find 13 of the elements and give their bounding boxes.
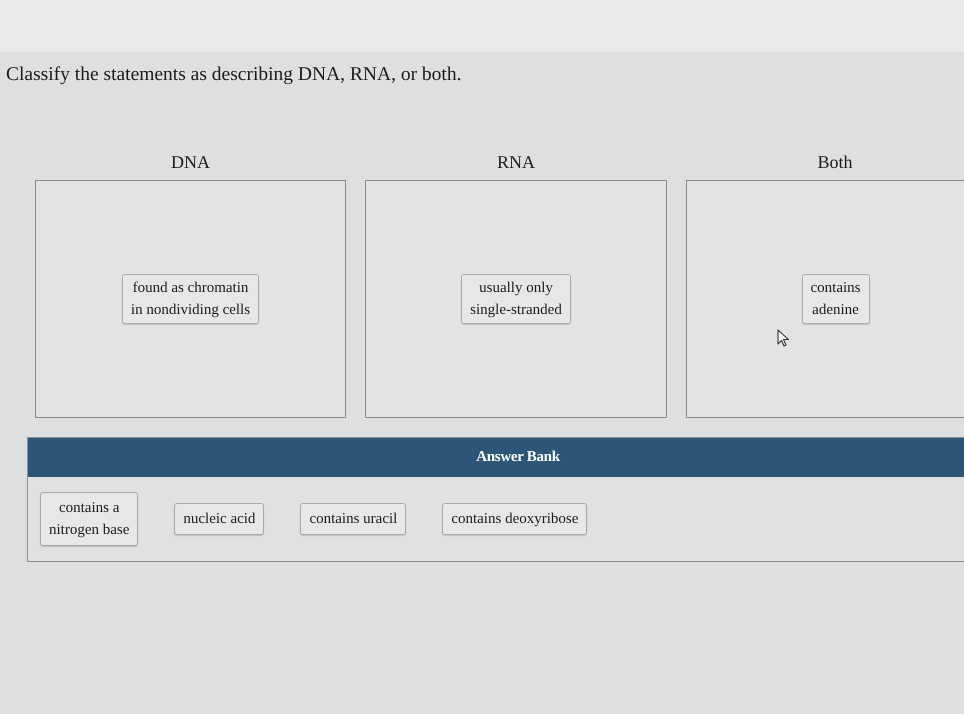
answer-tile[interactable]: nucleic acid: [174, 503, 264, 535]
arrow-cursor-icon: [777, 329, 790, 347]
answer-tile[interactable]: contains uracil: [300, 503, 406, 535]
answer-bank-title: Answer Bank: [476, 448, 560, 468]
category-heading: Both: [817, 151, 852, 173]
category-heading: RNA: [496, 151, 535, 173]
answer-tile[interactable]: contains deoxyribose: [442, 503, 588, 535]
question-text: Classify the statements as describing DNA, RNA, or both.: [6, 63, 462, 87]
answer-tile[interactable]: found as chromatin in nondividing cells: [122, 274, 260, 324]
answer-tile[interactable]: usually only single-stranded: [461, 274, 571, 324]
answer-tile[interactable]: contains adenine: [802, 274, 870, 324]
category-heading: DNA: [171, 151, 210, 173]
answer-tile[interactable]: contains a nitrogen base: [40, 492, 138, 546]
